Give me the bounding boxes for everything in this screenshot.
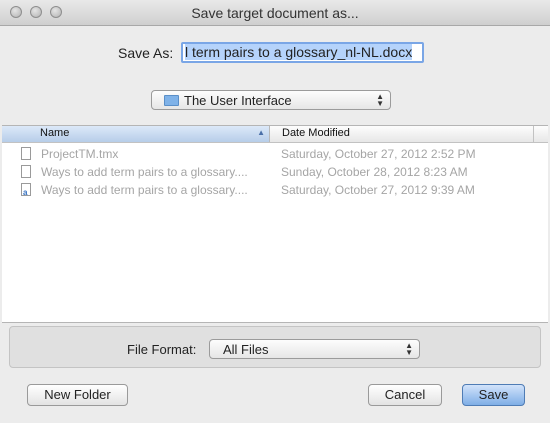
file-format-value: All Files: [223, 342, 269, 357]
folder-icon: [164, 95, 179, 106]
file-row[interactable]: ProjectTM.tmx Saturday, October 27, 2012…: [2, 146, 548, 164]
popup-arrows-icon: ▲ ▼: [376, 92, 384, 108]
document-icon: [21, 165, 31, 178]
save-as-filename-input[interactable]: l term pairs to a glossary_nl-NL.docx: [181, 42, 424, 63]
file-date: Saturday, October 27, 2012 2:52 PM: [281, 147, 476, 161]
column-divider: [533, 126, 534, 142]
browser-header: Name ▲ Date Modified: [2, 126, 548, 143]
file-browser[interactable]: Name ▲ Date Modified ProjectTM.tmx Satur…: [2, 125, 548, 323]
document-icon: [21, 147, 31, 160]
word-document-icon: a: [21, 183, 31, 197]
new-folder-button[interactable]: New Folder: [27, 384, 128, 406]
file-name: ProjectTM.tmx: [41, 147, 119, 161]
save-dialog: Save target document as... Save As: l te…: [0, 0, 550, 423]
location-popup[interactable]: The User Interface ▲ ▼: [151, 90, 391, 110]
save-as-filename-text: l term pairs to a glossary_nl-NL.docx: [185, 44, 413, 60]
save-button[interactable]: Save: [462, 384, 525, 406]
cancel-button[interactable]: Cancel: [368, 384, 442, 406]
title-bar: Save target document as...: [0, 0, 550, 26]
file-name: Ways to add term pairs to a glossary....: [41, 183, 248, 197]
sort-ascending-icon: ▲: [257, 128, 265, 137]
location-label: The User Interface: [184, 93, 292, 108]
name-column-label: Name: [40, 127, 70, 139]
file-row[interactable]: Ways to add term pairs to a glossary....…: [2, 164, 548, 182]
file-format-panel: File Format: All Files ▲ ▼: [9, 326, 541, 368]
save-as-label: Save As:: [118, 45, 174, 61]
name-column-header[interactable]: Name ▲: [2, 126, 270, 142]
file-row[interactable]: a Ways to add term pairs to a glossary..…: [2, 182, 548, 200]
file-format-label: File Format:: [127, 342, 197, 357]
popup-arrows-icon: ▲ ▼: [405, 341, 413, 357]
file-name: Ways to add term pairs to a glossary....: [41, 165, 248, 179]
date-modified-column-header[interactable]: Date Modified: [282, 127, 350, 139]
window-title: Save target document as...: [191, 5, 359, 21]
file-format-popup[interactable]: All Files ▲ ▼: [209, 339, 420, 359]
file-date: Saturday, October 27, 2012 9:39 AM: [281, 183, 475, 197]
file-date: Sunday, October 28, 2012 8:23 AM: [281, 165, 468, 179]
